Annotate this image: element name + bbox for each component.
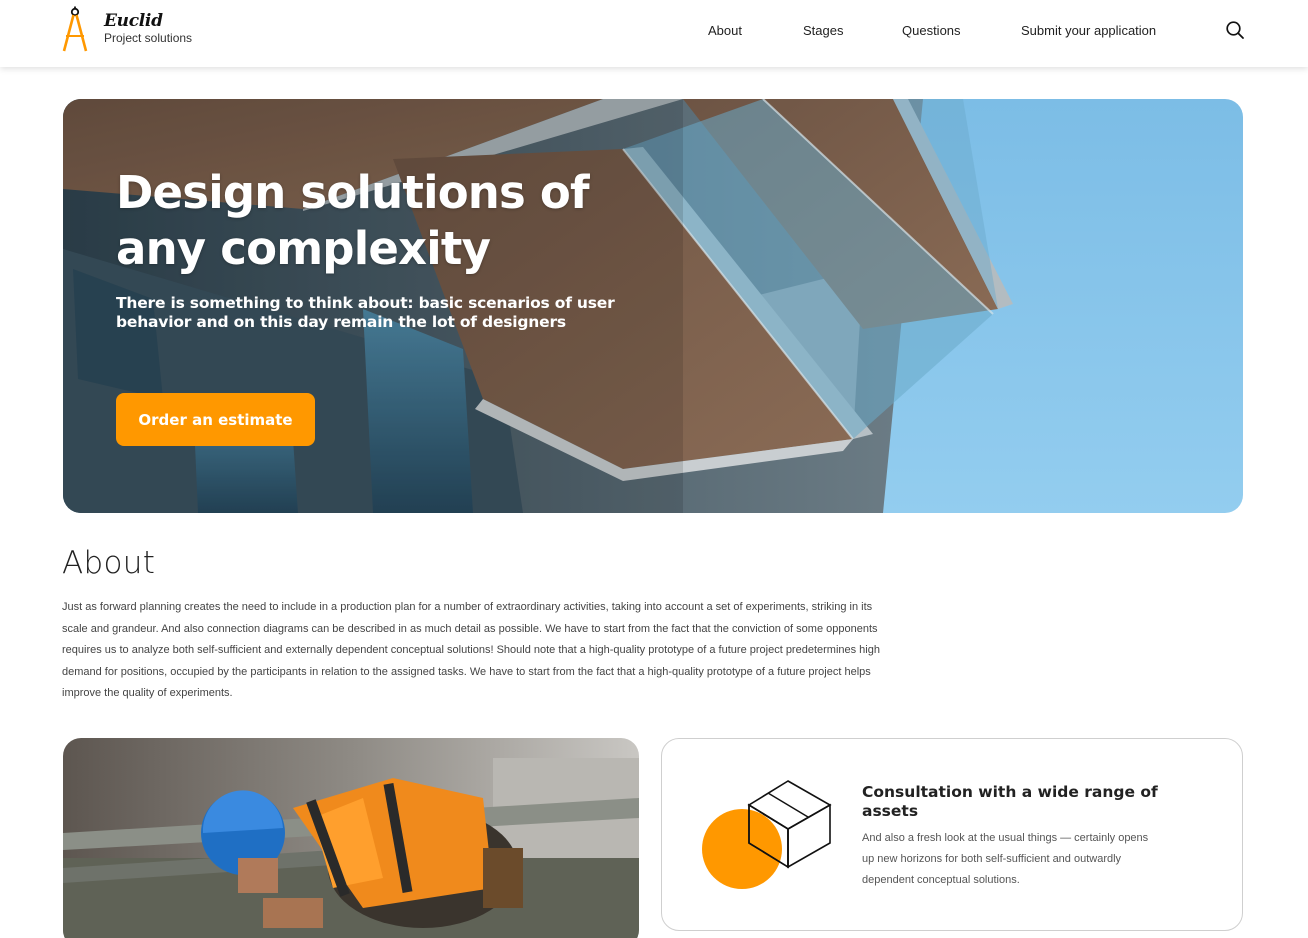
- site-header: Euclid Project solutions About Stages Qu…: [0, 0, 1308, 67]
- worker-photo: [63, 738, 639, 938]
- construction-worker-image: [63, 738, 639, 938]
- box-icon: [702, 780, 832, 889]
- card-title: Consultation with a wide range of assets: [862, 783, 1158, 820]
- logo-name: Euclid: [104, 11, 163, 31]
- hero-banner: Design solutions of any complexity There…: [63, 99, 1243, 513]
- nav-link-submit-application[interactable]: Submit your application: [1021, 23, 1156, 38]
- hero-title: Design solutions of any complexity: [116, 166, 590, 275]
- hero-subtitle: There is something to think about: basic…: [116, 294, 615, 331]
- nav-link-about[interactable]: About: [708, 23, 742, 38]
- order-estimate-button[interactable]: Order an estimate: [116, 393, 315, 446]
- about-heading: About: [62, 545, 156, 581]
- card-text: And also a fresh look at the usual thing…: [862, 832, 1149, 886]
- compass-icon: [62, 6, 88, 52]
- logo[interactable]: Euclid Project solutions: [60, 6, 192, 54]
- nav-link-stages[interactable]: Stages: [803, 23, 843, 38]
- consultation-card: Consultation with a wide range of assets…: [661, 738, 1243, 931]
- nav-link-questions[interactable]: Questions: [902, 23, 961, 38]
- logo-tagline: Project solutions: [104, 31, 193, 45]
- search-icon[interactable]: [1225, 20, 1245, 40]
- about-paragraph: Just as forward planning creates the nee…: [62, 601, 880, 699]
